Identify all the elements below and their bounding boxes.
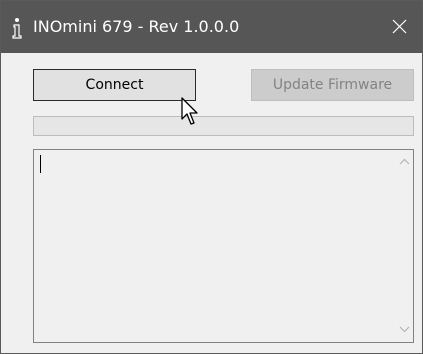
info-i-icon bbox=[12, 18, 22, 39]
chevron-down-icon bbox=[399, 326, 410, 333]
window-title: INOmini 679 - Rev 1.0.0.0 bbox=[33, 17, 240, 36]
close-button[interactable] bbox=[376, 1, 422, 53]
chevron-up-icon bbox=[399, 158, 410, 165]
app-window: INOmini 679 - Rev 1.0.0.0 Connect Update… bbox=[0, 0, 423, 354]
connect-button[interactable]: Connect bbox=[33, 69, 196, 101]
update-firmware-button[interactable]: Update Firmware bbox=[251, 69, 414, 101]
progress-bar bbox=[33, 116, 414, 136]
vertical-scrollbar[interactable] bbox=[396, 150, 413, 342]
text-caret bbox=[40, 155, 41, 173]
scroll-down-button[interactable] bbox=[396, 318, 413, 342]
close-icon bbox=[392, 19, 407, 34]
title-bar[interactable]: INOmini 679 - Rev 1.0.0.0 bbox=[1, 1, 422, 53]
scroll-up-button[interactable] bbox=[396, 150, 413, 174]
log-textbox[interactable] bbox=[33, 149, 414, 343]
